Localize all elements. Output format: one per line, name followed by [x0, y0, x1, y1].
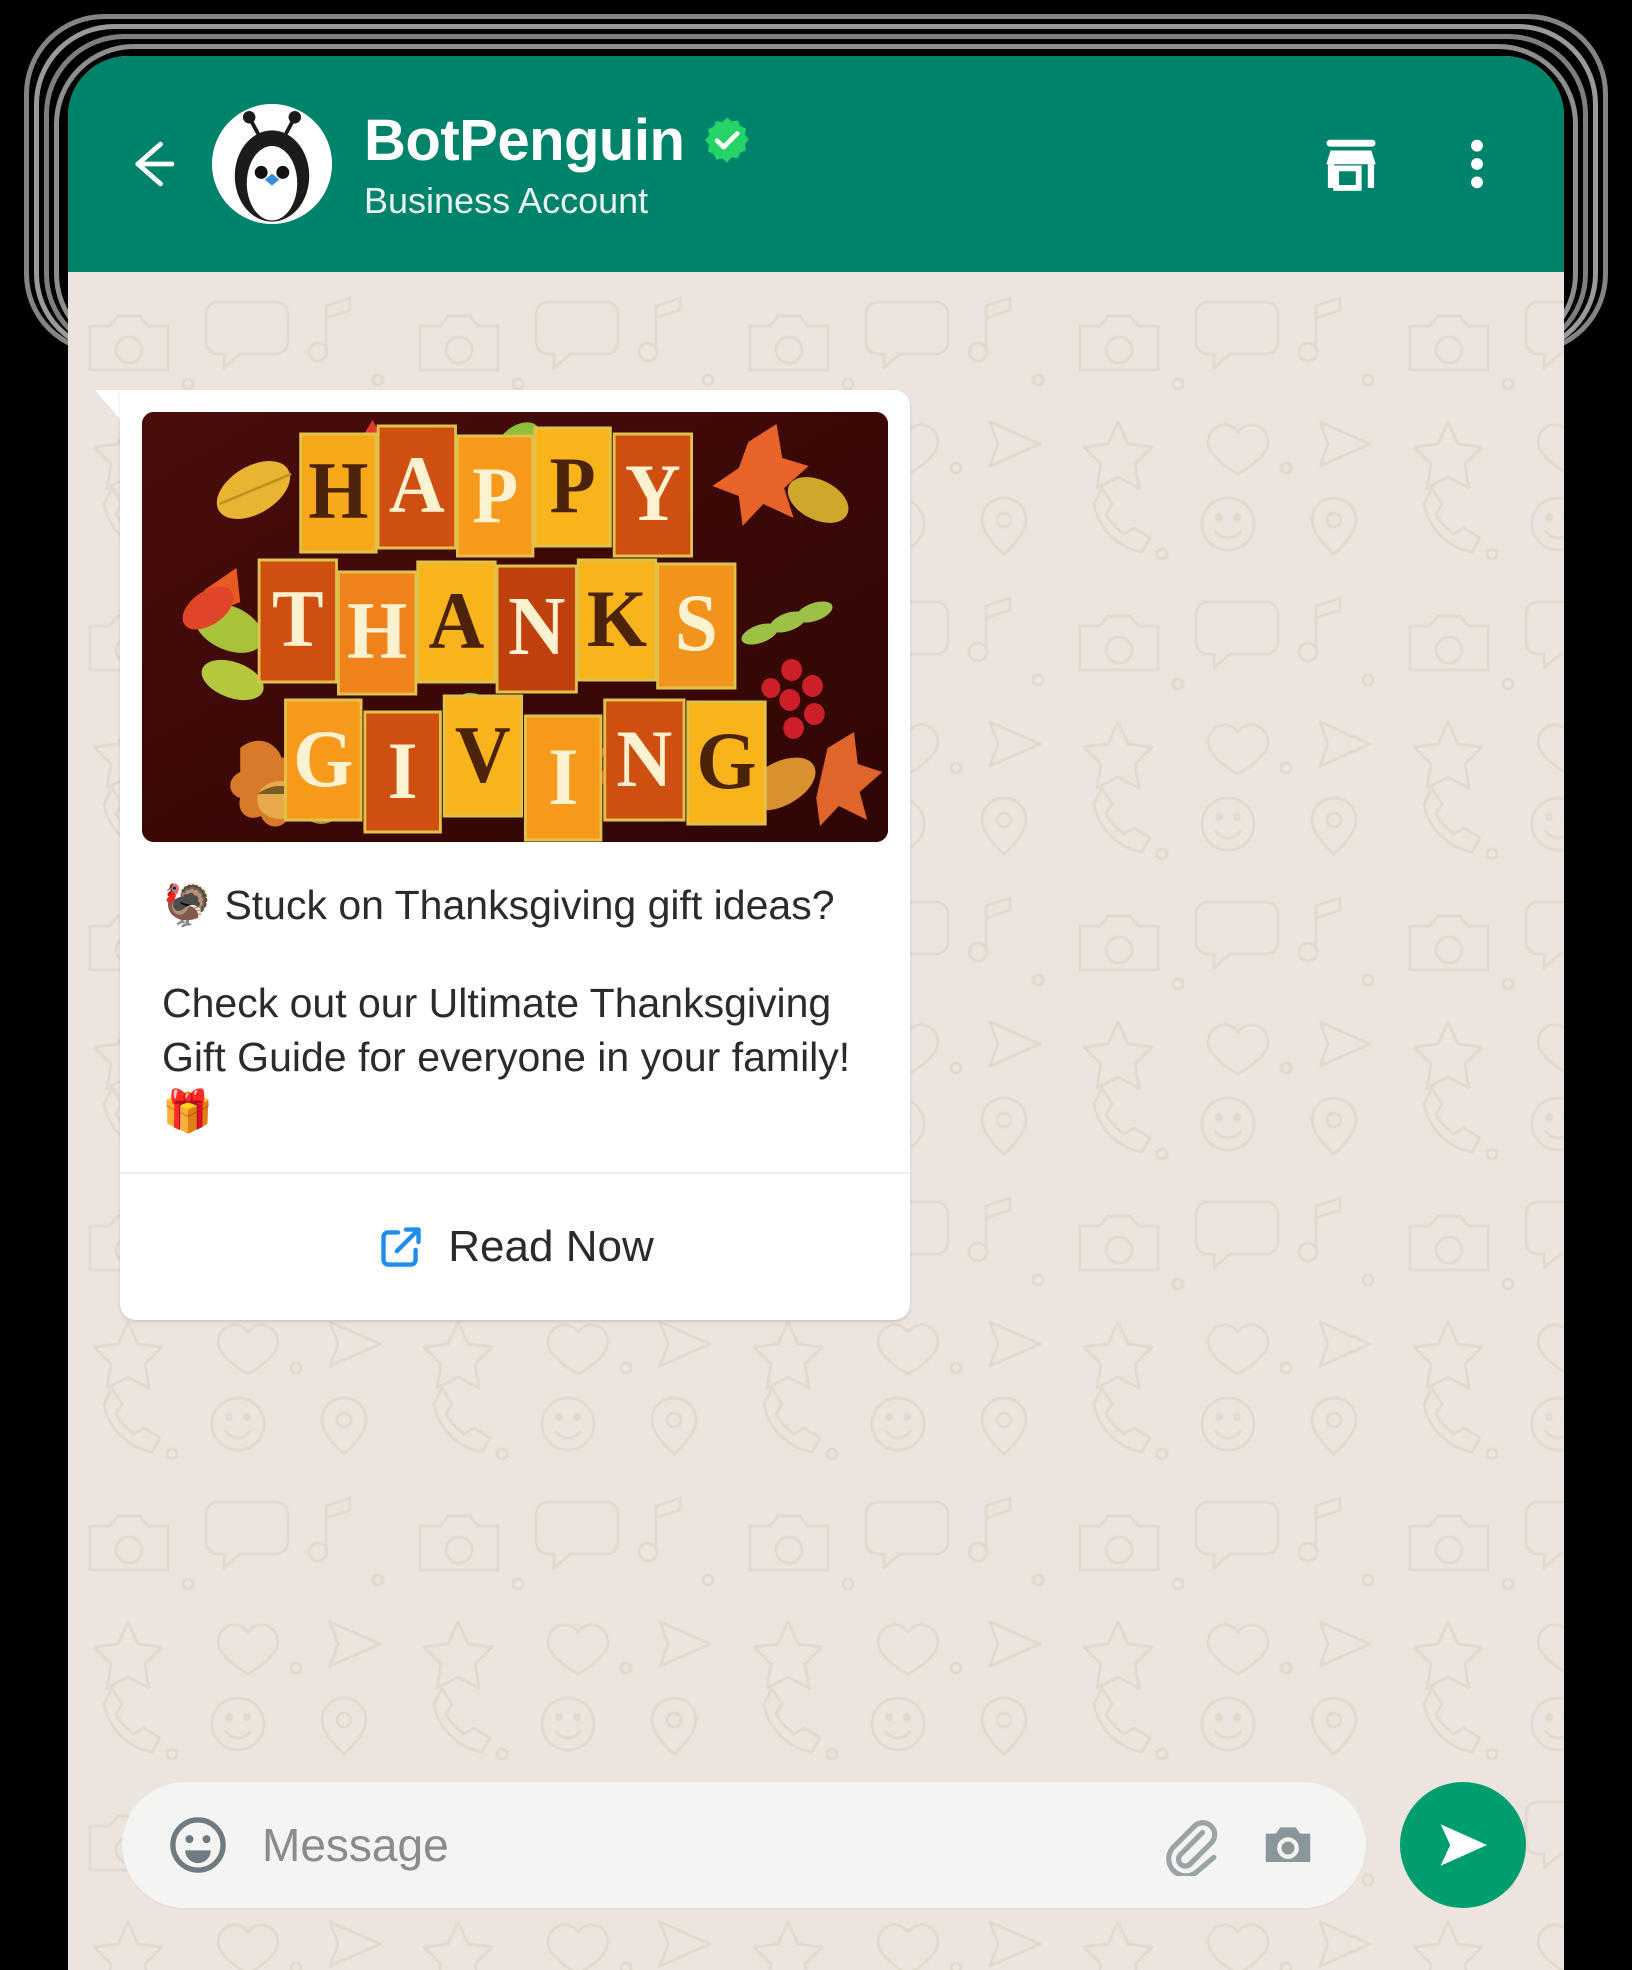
svg-text:I: I	[548, 732, 578, 822]
storefront-icon	[1326, 139, 1376, 191]
svg-text:H: H	[308, 446, 368, 536]
header-actions	[1316, 129, 1518, 199]
device-screen: BotPenguin Business Account H A P P Y T …	[68, 56, 1564, 1970]
verified-badge-icon	[705, 117, 750, 163]
three-dot-menu-icon	[1471, 139, 1483, 189]
message-body-text: Check out our Ultimate Thanksgiving Gift…	[162, 980, 851, 1135]
search-input[interactable]	[262, 1818, 1122, 1872]
read-now-label: Read Now	[448, 1222, 654, 1272]
chat-app-bar: BotPenguin Business Account	[68, 56, 1564, 272]
svg-text:I: I	[388, 726, 418, 816]
message-input-pill[interactable]	[122, 1782, 1366, 1908]
page-title: BotPenguin	[364, 107, 685, 173]
svg-text:G: G	[293, 714, 353, 804]
back-button[interactable]	[114, 126, 190, 202]
emoji-smiley-icon[interactable]	[166, 1813, 230, 1877]
title-row: BotPenguin	[364, 107, 1292, 174]
chat-canvas: H A P P Y T H A N K S G I V I N G 🦃 Stuc…	[68, 272, 1564, 1970]
storefront-button[interactable]	[1316, 129, 1386, 199]
svg-text:A: A	[389, 440, 445, 530]
chat-subtitle: Business Account	[364, 179, 649, 221]
send-button[interactable]	[1400, 1782, 1526, 1908]
attach-button[interactable]	[1154, 1811, 1222, 1879]
read-now-button[interactable]: Read Now	[120, 1174, 910, 1320]
message-text-body: 🦃 Stuck on Thanksgiving gift ideas? Chec…	[120, 842, 910, 1172]
svg-text:N: N	[508, 579, 565, 673]
message-composer	[68, 1770, 1564, 1920]
message-card: H A P P Y T H A N K S G I V I N G 🦃 Stuc…	[120, 390, 910, 1321]
camera-button[interactable]	[1254, 1811, 1322, 1879]
svg-text:T: T	[272, 574, 324, 664]
svg-text:S: S	[675, 578, 718, 668]
message-media[interactable]: H A P P Y T H A N K S G I V I N G	[142, 412, 888, 842]
back-arrow-icon	[135, 141, 175, 187]
external-link-icon	[381, 1227, 421, 1268]
svg-text:V: V	[455, 710, 511, 800]
avatar[interactable]	[212, 104, 332, 224]
svg-text:K: K	[587, 574, 647, 664]
overflow-menu-button[interactable]	[1442, 129, 1512, 199]
svg-text:P: P	[472, 451, 518, 539]
camera-icon	[1265, 1827, 1311, 1863]
svg-text:N: N	[616, 714, 672, 804]
botpenguin-avatar	[212, 104, 332, 224]
paperclip-icon	[1166, 1820, 1218, 1876]
header-text-block: BotPenguin Business Account	[364, 107, 1292, 222]
svg-text:G: G	[696, 716, 756, 806]
send-arrow-icon	[1440, 1824, 1487, 1866]
svg-text:A: A	[428, 576, 484, 666]
svg-text:Y: Y	[625, 448, 681, 538]
phone-frame: BotPenguin Business Account H A P P Y T …	[0, 0, 1632, 1970]
svg-text:H: H	[347, 586, 407, 676]
svg-text:P: P	[550, 441, 596, 529]
message-headline: 🦃 Stuck on Thanksgiving gift ideas?	[162, 882, 835, 928]
thanksgiving-banner-image: H A P P Y T H A N K S G I V I N G	[142, 412, 888, 842]
